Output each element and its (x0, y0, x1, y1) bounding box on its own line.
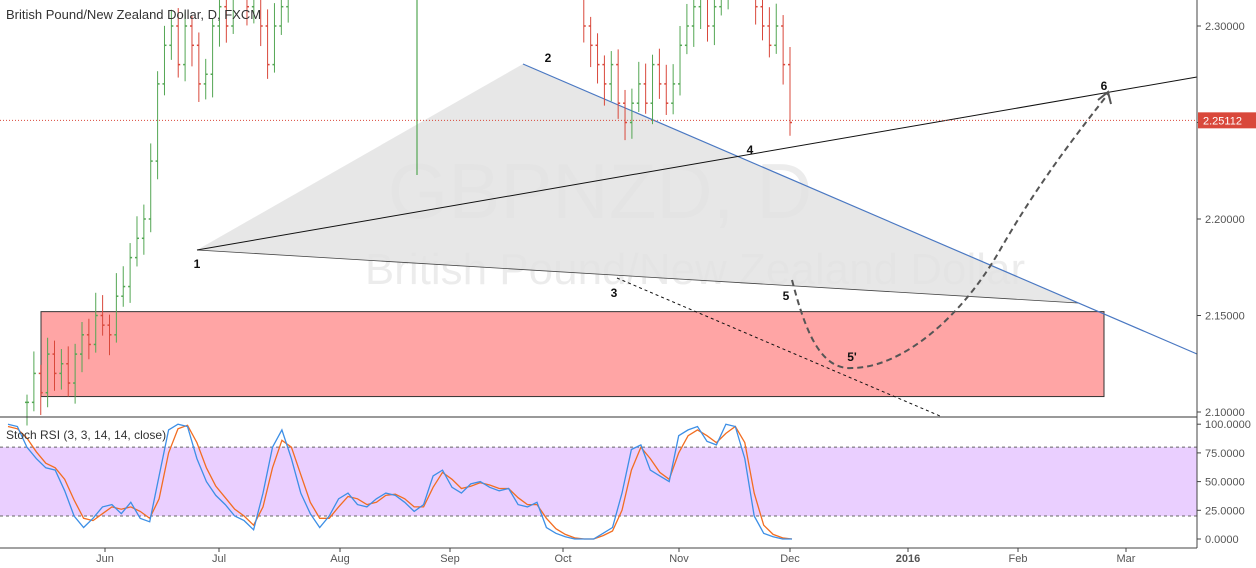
candle (155, 71, 160, 180)
candle (755, 0, 758, 25)
candle (189, 16, 194, 67)
candle (788, 46, 792, 136)
candle (121, 266, 126, 307)
candle (657, 48, 662, 99)
pattern-point-label: 3 (611, 286, 618, 300)
candle (767, 7, 772, 58)
time-tick-label: Sep (440, 553, 460, 565)
pattern-point-label: 2 (545, 51, 552, 65)
rsi-tick-label: 100.0000 (1205, 419, 1251, 431)
candle (643, 63, 648, 114)
candle (760, 0, 765, 41)
candle (671, 64, 676, 115)
indicator-label: Stoch RSI (3, 3, 14, 14, close) (6, 428, 167, 442)
candle (148, 143, 153, 233)
price-tick-label: 2.15000 (1205, 311, 1245, 323)
candle (712, 0, 717, 46)
candle (727, 0, 729, 10)
rsi-tick-label: 25.0000 (1205, 505, 1245, 517)
candle (162, 25, 167, 96)
candle (272, 3, 277, 73)
pattern-point-label: 4 (747, 143, 754, 157)
last-price-tag-text: 2.25112 (1203, 115, 1242, 127)
time-tick-label: Jun (96, 553, 114, 565)
candle (134, 216, 139, 267)
candle (719, 0, 722, 16)
price-tick-label: 2.10000 (1205, 407, 1245, 419)
time-tick-label: 2016 (896, 553, 920, 565)
pattern-point-label: 5' (847, 350, 857, 364)
candle (128, 243, 133, 303)
candle (698, 0, 702, 29)
candle (141, 204, 146, 255)
candle (609, 51, 614, 102)
candle (286, 0, 289, 23)
price-pane[interactable]: GBPNZD, DBritish Pound/New Zealand Dolla… (0, 0, 1198, 426)
candle (265, 9, 270, 79)
pattern-point-label: 1 (194, 257, 201, 271)
rsi-tick-label: 0.0000 (1205, 534, 1239, 546)
candle (684, 3, 689, 55)
candle (210, 18, 215, 98)
candle (588, 16, 593, 68)
candle (203, 58, 208, 100)
candle (664, 64, 669, 115)
time-tick-label: Dec (780, 553, 800, 565)
candle (25, 394, 29, 426)
candle (691, 0, 696, 47)
price-tick-label: 2.20000 (1205, 214, 1245, 226)
chart-canvas: GBPNZD, DBritish Pound/New Zealand Dolla… (0, 0, 1256, 565)
last-price-tag: 2.25112 (1198, 112, 1256, 129)
time-tick-label: Oct (554, 553, 571, 565)
pattern-triangle (197, 64, 1078, 303)
rsi-tick-label: 50.0000 (1205, 477, 1245, 489)
candle (583, 0, 586, 43)
candle (196, 32, 201, 102)
candle (183, 11, 188, 82)
candle (774, 3, 779, 54)
support-zone (40, 311, 1105, 398)
rsi-band (0, 447, 1197, 517)
candle (636, 61, 641, 113)
time-tick-label: Aug (330, 553, 350, 565)
candle (279, 0, 284, 35)
time-tick-label: Jul (212, 553, 226, 565)
candle (650, 54, 655, 125)
stoch-rsi-pane[interactable] (0, 416, 1197, 540)
candle (31, 351, 36, 412)
candle (595, 33, 600, 84)
time-tick-label: Nov (669, 553, 689, 565)
pattern-point-label: 6 (1101, 79, 1108, 93)
price-tick-label: 2.30000 (1205, 21, 1245, 33)
candle (781, 15, 786, 85)
price-axis[interactable]: 2.500002.450002.400002.350002.300002.250… (1196, 0, 1256, 548)
rsi-tick-label: 75.0000 (1205, 448, 1245, 460)
candle (707, 0, 710, 42)
chart-title: British Pound/New Zealand Dollar, D, FXC… (6, 7, 262, 22)
time-tick-label: Feb (1009, 553, 1028, 565)
candle (678, 25, 683, 96)
time-axis[interactable]: Jun Jul Aug Sep Oct Nov Dec 2016 Feb Mar (0, 547, 1197, 565)
time-tick-label: Mar (1117, 553, 1136, 565)
pattern-point-label: 5 (783, 289, 790, 303)
